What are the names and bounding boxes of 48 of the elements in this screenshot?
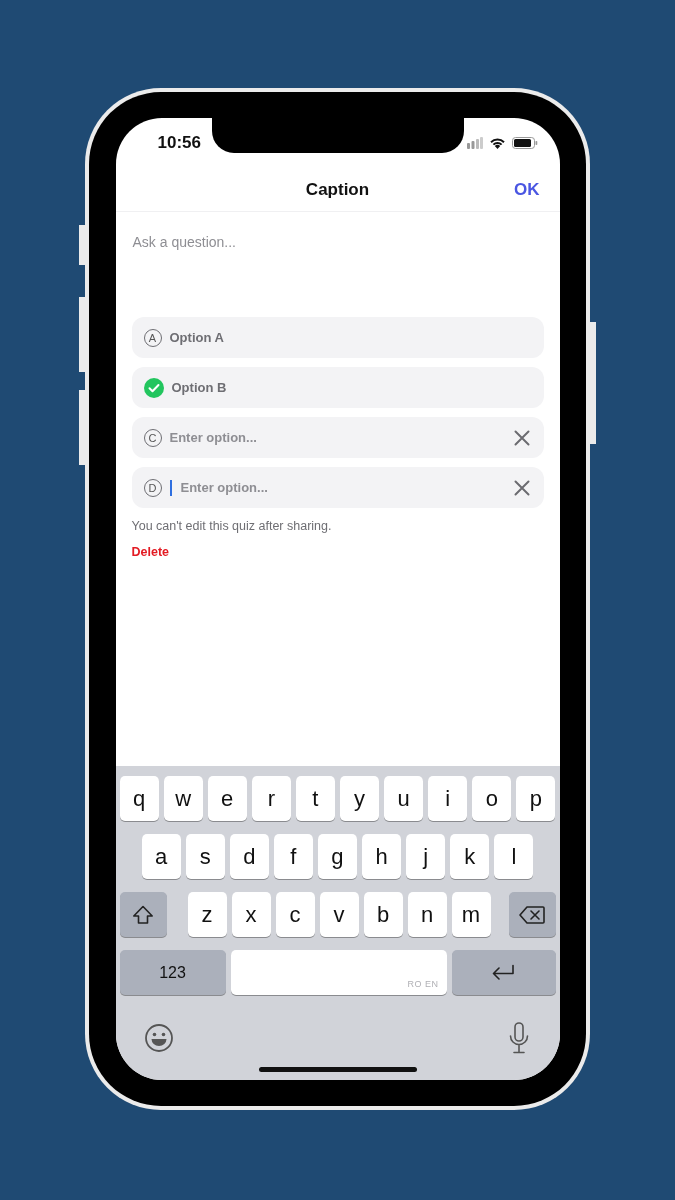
keyboard-key[interactable]: y [339,776,380,821]
option-field[interactable]: Option B [131,367,544,408]
keyboard-key[interactable]: h [362,834,402,879]
keyboard-key[interactable]: s [185,834,225,879]
status-time: 10:56 [157,133,201,153]
return-icon [490,963,517,982]
keyboard-key[interactable]: k [450,834,490,879]
keyboard-key[interactable]: r [251,776,291,821]
delete-button[interactable]: Delete [131,545,170,559]
option-field[interactable]: C Enter option... [131,417,544,458]
keyboard-key[interactable]: g [317,834,358,879]
keyboard-key[interactable]: b [363,892,403,937]
shift-icon [132,904,154,925]
keyboard-key[interactable]: n [407,892,447,937]
keyboard-key[interactable]: i [428,776,468,821]
screen-title: Caption [305,179,370,200]
keyboard-key[interactable]: d [229,834,269,879]
keyboard-key[interactable]: t [295,776,335,821]
shift-key[interactable] [119,892,167,937]
signal-icon [466,137,483,149]
numbers-key[interactable]: 123 [119,950,226,995]
keyboard-key[interactable]: m [451,892,491,937]
keyboard-key[interactable]: x [231,892,271,937]
close-icon [513,429,530,446]
clear-button[interactable] [513,429,530,446]
keyboard-key[interactable]: o [472,776,512,821]
option-field[interactable]: D Enter option... [131,467,544,508]
keyboard-key[interactable]: l [494,834,534,879]
backspace-icon [519,905,545,924]
keyboard-key[interactable]: w [163,776,203,821]
keyboard-key[interactable]: p [516,776,556,821]
keyboard-key[interactable]: a [141,834,181,879]
keyboard-key[interactable]: u [384,776,424,821]
clear-button[interactable] [513,479,530,496]
keyboard-key[interactable]: z [187,892,227,937]
battery-icon [511,137,538,149]
ok-button[interactable]: OK [514,179,540,200]
keyboard-key[interactable]: v [319,892,359,937]
wifi-icon [488,137,506,149]
close-icon [513,479,530,496]
option-field[interactable]: A Option A [131,317,544,358]
backspace-key[interactable] [508,892,556,937]
keyboard-key[interactable]: e [207,776,247,821]
keyboard-key[interactable]: j [406,834,446,879]
keyboard-key[interactable]: q [119,776,159,821]
info-text: You can't edit this quiz after sharing. [131,519,333,533]
keyboard-key[interactable]: c [275,892,315,937]
keyboard-key[interactable]: f [273,834,313,879]
